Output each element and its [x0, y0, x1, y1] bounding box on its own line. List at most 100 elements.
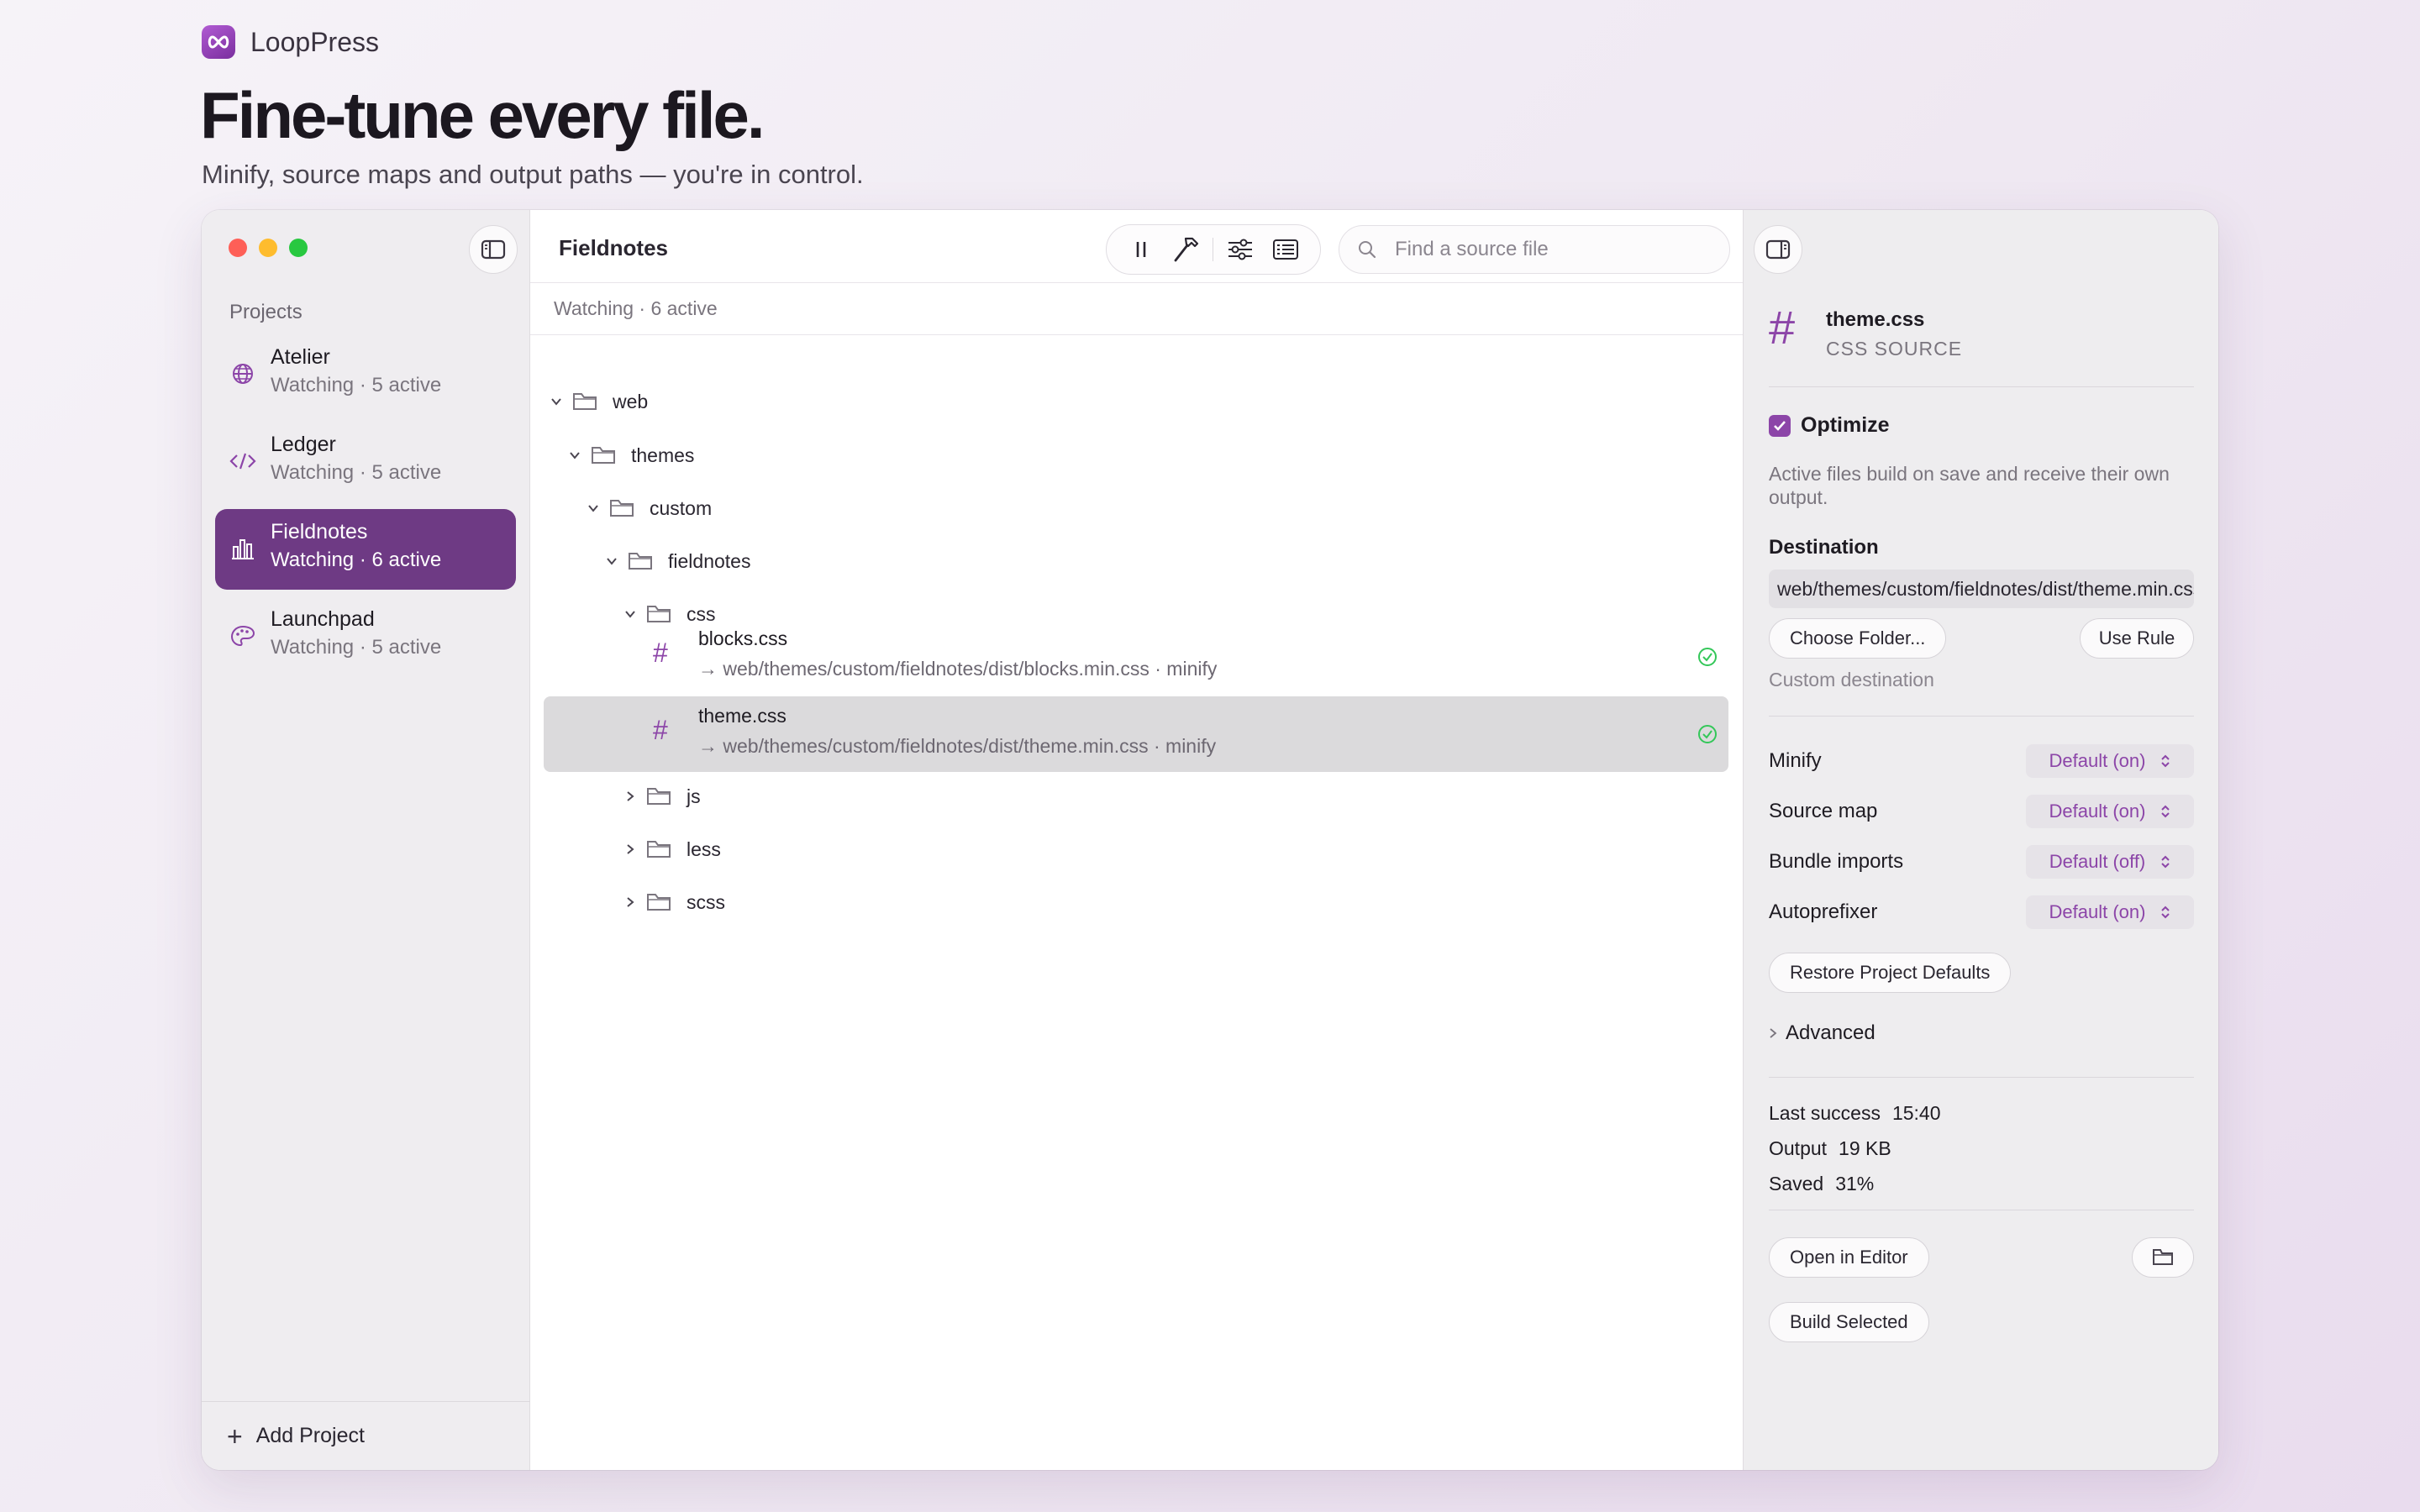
stat-key: Saved [1769, 1173, 1824, 1194]
setting-label: Minify [1769, 749, 1822, 772]
folder-name: scss [687, 890, 725, 913]
folder-icon [572, 391, 599, 412]
folder-name: js [687, 785, 701, 807]
css-file-icon: # [653, 715, 668, 745]
folder-icon [628, 551, 655, 571]
updown-chevron-icon [2161, 805, 2170, 818]
close-window-button[interactable] [229, 239, 247, 257]
chevron-right-icon[interactable] [621, 843, 639, 856]
folder-row-web[interactable]: web [547, 376, 648, 427]
project-item-launchpad[interactable]: Launchpad Watching · 5 active [215, 596, 516, 677]
chevron-right-icon[interactable] [621, 895, 639, 909]
project-item-fieldnotes[interactable]: Fieldnotes Watching · 6 active [215, 509, 516, 590]
project-item-ledger[interactable]: Ledger Watching · 5 active [215, 422, 516, 502]
folder-name: fieldnotes [668, 549, 751, 572]
folder-name: themes [631, 444, 695, 466]
advanced-disclosure[interactable]: Advanced [1769, 1021, 1876, 1045]
hero-title: Fine-tune every file. [200, 78, 765, 152]
sliders-icon [1228, 239, 1253, 260]
project-status: Watching · 6 active [271, 549, 442, 571]
hammer-icon [1174, 237, 1198, 262]
file-name: blocks.css [698, 627, 788, 649]
chevron-down-icon[interactable] [621, 609, 639, 619]
autoprefixer-select[interactable]: Default (on) [2026, 895, 2194, 929]
add-project-button[interactable]: + Add Project [202, 1401, 530, 1470]
setting-bundle-imports: Bundle imports Default (off) [1769, 843, 2194, 880]
inspector-file-name: theme.css [1826, 308, 1925, 331]
stat-output: Output 19 KB [1769, 1137, 1891, 1160]
optimize-toggle[interactable]: Optimize [1769, 413, 1890, 438]
folder-row-custom[interactable]: custom [584, 483, 712, 533]
stat-key: Last success [1769, 1102, 1881, 1124]
stat-value: 15:40 [1891, 1102, 1941, 1124]
bundle-imports-select[interactable]: Default (off) [2026, 845, 2194, 879]
toggle-inspector-button[interactable] [1754, 225, 1802, 274]
chevron-down-icon[interactable] [566, 450, 584, 460]
setting-value: Default (on) [2049, 750, 2146, 771]
folder-row-scss[interactable]: scss [621, 877, 725, 927]
minimize-window-button[interactable] [259, 239, 277, 257]
toggle-sidebar-button[interactable] [469, 225, 518, 274]
choose-folder-button[interactable]: Choose Folder... [1769, 618, 1947, 659]
optimize-label: Optimize [1801, 413, 1890, 437]
optimize-description: Active files build on save and receive t… [1769, 463, 2170, 508]
folder-row-fieldnotes[interactable]: fieldnotes [602, 536, 750, 586]
header-divider [530, 282, 1743, 283]
sidebar-right-icon [1765, 239, 1791, 260]
project-item-atelier[interactable]: Atelier Watching · 5 active [215, 334, 516, 415]
search-icon [1359, 241, 1376, 259]
project-title: Fieldnotes [559, 235, 669, 260]
open-in-editor-button[interactable]: Open in Editor [1769, 1237, 1929, 1278]
chevron-down-icon[interactable] [547, 396, 566, 407]
file-row-theme-css[interactable]: # theme.css → web/themes/custom/fieldnot… [544, 696, 1728, 772]
destination-field[interactable]: web/themes/custom/fieldnotes/dist/theme.… [1769, 570, 2194, 608]
setting-label: Autoprefixer [1769, 900, 1878, 923]
project-status: Watching · 5 active [271, 461, 442, 484]
restore-defaults-button[interactable]: Restore Project Defaults [1769, 953, 2012, 993]
chevron-down-icon[interactable] [602, 556, 621, 566]
build-button[interactable] [1168, 231, 1205, 268]
code-icon [229, 447, 257, 475]
file-name: theme.css [698, 705, 786, 727]
setting-autoprefixer: Autoprefixer Default (on) [1769, 894, 2194, 931]
use-rule-button[interactable]: Use Rule [2080, 618, 2194, 659]
build-log-button[interactable] [1267, 231, 1304, 268]
setting-value: Default (on) [2049, 901, 2146, 922]
adjust-settings-button[interactable] [1222, 231, 1259, 268]
checkmark-icon [1774, 420, 1786, 431]
add-project-label: Add Project [255, 1424, 365, 1447]
brand: LoopPress [202, 25, 379, 59]
folder-row-themes[interactable]: themes [566, 430, 694, 480]
stat-saved: Saved 31% [1769, 1173, 1874, 1195]
reveal-in-folder-button[interactable] [2132, 1237, 2194, 1278]
hero-subtitle: Minify, source maps and output paths — y… [202, 160, 864, 189]
zoom-window-button[interactable] [289, 239, 308, 257]
project-name: Launchpad [271, 607, 375, 631]
source-map-select[interactable]: Default (on) [2026, 795, 2194, 828]
folder-row-js[interactable]: js [621, 771, 701, 822]
inspector-file-kind: CSS SOURCE [1826, 338, 1963, 360]
project-name: Ledger [271, 433, 336, 456]
updown-chevron-icon [2161, 855, 2170, 869]
build-selected-button[interactable]: Build Selected [1769, 1302, 1929, 1342]
stat-last-success: Last success 15:40 [1769, 1102, 1941, 1125]
file-row-blocks-css[interactable]: # blocks.css → web/themes/custom/fieldno… [544, 619, 1728, 695]
stat-value: 19 KB [1839, 1137, 1891, 1159]
search-field[interactable] [1339, 225, 1730, 274]
minify-select[interactable]: Default (on) [2026, 744, 2194, 778]
status-divider [530, 334, 1743, 335]
globe-icon [229, 360, 257, 388]
css-file-icon: # [1769, 301, 1796, 354]
optimize-checkbox[interactable] [1769, 414, 1791, 437]
folder-icon [591, 445, 618, 465]
folder-row-less[interactable]: less [621, 824, 721, 874]
chevron-right-icon[interactable] [621, 790, 639, 803]
chevron-down-icon[interactable] [584, 503, 602, 513]
setting-value: Default (off) [2049, 851, 2146, 872]
stat-key: Output [1769, 1137, 1828, 1159]
app-window: Projects Atelier Watching · 5 active Led… [202, 210, 2218, 1470]
log-list-icon [1273, 239, 1299, 260]
search-input[interactable] [1395, 238, 1714, 261]
pause-watching-button[interactable] [1123, 231, 1160, 268]
sidebar-left-icon [481, 239, 506, 260]
